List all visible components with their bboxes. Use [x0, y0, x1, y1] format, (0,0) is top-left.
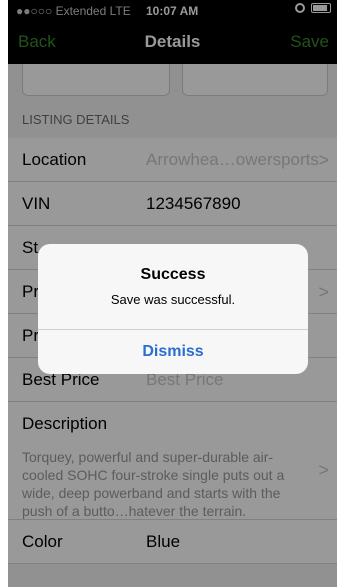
phone-screen: ●●○○○ Extended LTE 10:07 AM Back Details…	[8, 0, 337, 587]
dismiss-button[interactable]: Dismiss	[38, 330, 308, 374]
alert-title: Success	[140, 266, 206, 283]
success-alert: Success Save was successful. Dismiss	[38, 244, 308, 374]
alert-message: Save was successful.	[110, 292, 236, 307]
